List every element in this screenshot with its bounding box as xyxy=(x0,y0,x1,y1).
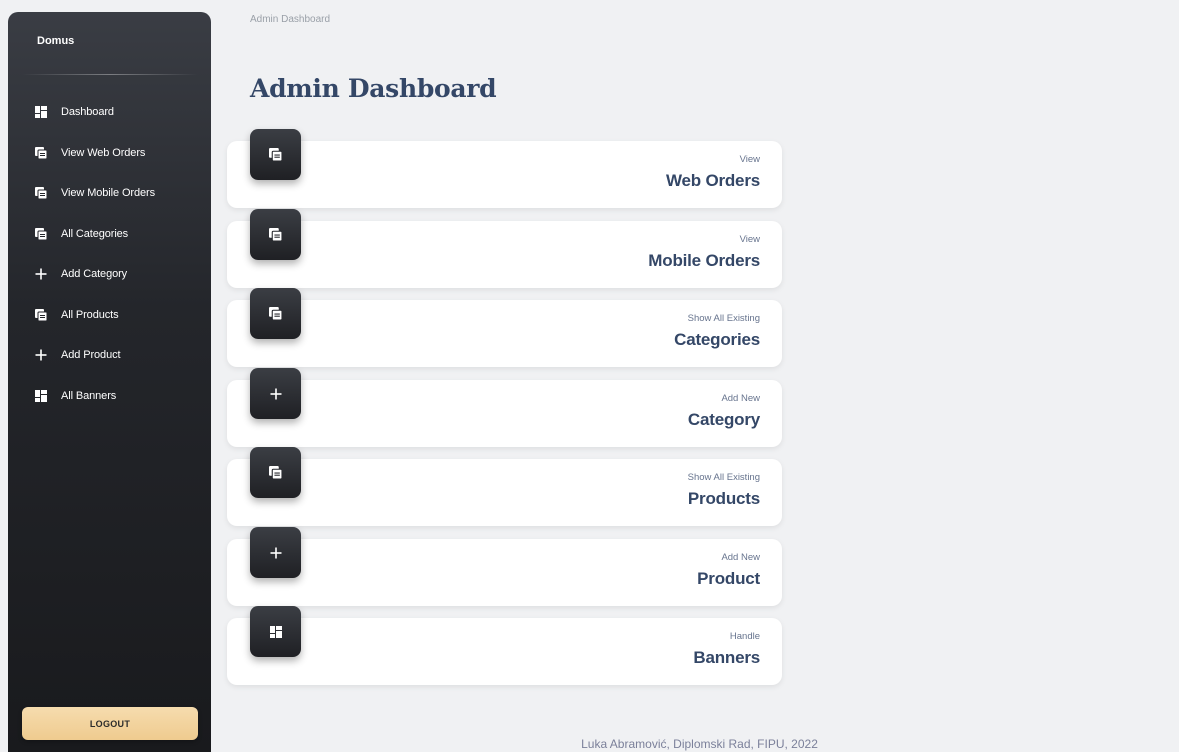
card-subtitle: Add New xyxy=(721,393,760,404)
card-title: Categories xyxy=(674,330,760,349)
copy-icon xyxy=(250,209,301,260)
copy-icon xyxy=(35,309,47,321)
sidebar-item-label: View Web Orders xyxy=(61,146,146,159)
page-title: Admin Dashboard xyxy=(250,74,497,103)
copy-icon xyxy=(35,187,47,199)
copy-icon xyxy=(250,288,301,339)
plus-icon xyxy=(250,527,301,578)
sidebar-item-all-categories[interactable]: All Categories xyxy=(8,214,211,255)
card-title: Category xyxy=(687,410,760,429)
card-categories[interactable]: Show All Existing Categories xyxy=(227,288,782,367)
card-title: Mobile Orders xyxy=(648,251,760,270)
footer-text: Luka Abramović, Diplomski Rad, FIPU, 202… xyxy=(581,737,818,751)
sidebar-item-label: All Products xyxy=(61,308,119,321)
sidebar-divider xyxy=(22,74,198,75)
card-subtitle: Add New xyxy=(721,552,760,563)
sidebar-item-add-product[interactable]: Add Product xyxy=(8,335,211,376)
card-add-category[interactable]: Add New Category xyxy=(227,368,782,447)
dashboard-icon xyxy=(35,390,47,402)
card-title: Web Orders xyxy=(665,171,760,190)
sidebar-item-dashboard[interactable]: Dashboard xyxy=(8,92,211,133)
dashboard-icon xyxy=(250,606,301,657)
sidebar-item-all-products[interactable]: All Products xyxy=(8,295,211,336)
copy-icon xyxy=(250,447,301,498)
logout-button[interactable]: LOGOUT xyxy=(22,707,198,740)
card-add-product[interactable]: Add New Product xyxy=(227,527,782,606)
sidebar-item-label: Dashboard xyxy=(61,106,114,119)
card-banners[interactable]: Handle Banners xyxy=(227,606,782,685)
sidebar-item-view-web-orders[interactable]: View Web Orders xyxy=(8,133,211,174)
copy-icon xyxy=(35,147,47,159)
copy-icon xyxy=(35,228,47,240)
card-mobile-orders[interactable]: View Mobile Orders xyxy=(227,209,782,288)
sidebar: Domus Dashboard View Web Orders View Mob… xyxy=(8,12,211,752)
card-title: Products xyxy=(687,489,760,508)
card-subtitle: Show All Existing xyxy=(687,313,760,324)
card-web-orders[interactable]: View Web Orders xyxy=(227,129,782,208)
plus-icon xyxy=(250,368,301,419)
card-title: Product xyxy=(697,569,760,588)
sidebar-item-label: Add Category xyxy=(61,268,128,281)
breadcrumb[interactable]: Admin Dashboard xyxy=(250,14,330,25)
card-subtitle: Show All Existing xyxy=(687,472,760,483)
card-subtitle: View xyxy=(739,154,760,165)
dashboard-icon xyxy=(35,106,47,118)
card-products[interactable]: Show All Existing Products xyxy=(227,447,782,526)
plus-icon xyxy=(35,268,47,280)
sidebar-nav: Dashboard View Web Orders View Mobile Or… xyxy=(8,92,211,416)
sidebar-item-add-category[interactable]: Add Category xyxy=(8,254,211,295)
copy-icon xyxy=(250,129,301,180)
card-subtitle: View xyxy=(739,234,760,245)
sidebar-item-view-mobile-orders[interactable]: View Mobile Orders xyxy=(8,173,211,214)
sidebar-item-label: All Banners xyxy=(61,389,117,402)
card-title: Banners xyxy=(693,648,760,667)
sidebar-item-label: Add Product xyxy=(61,349,121,362)
sidebar-item-label: All Categories xyxy=(61,227,129,240)
sidebar-item-label: View Mobile Orders xyxy=(61,187,155,200)
card-subtitle: Handle xyxy=(729,631,760,642)
brand-title: Domus xyxy=(37,35,75,47)
plus-icon xyxy=(35,349,47,361)
sidebar-item-all-banners[interactable]: All Banners xyxy=(8,376,211,417)
